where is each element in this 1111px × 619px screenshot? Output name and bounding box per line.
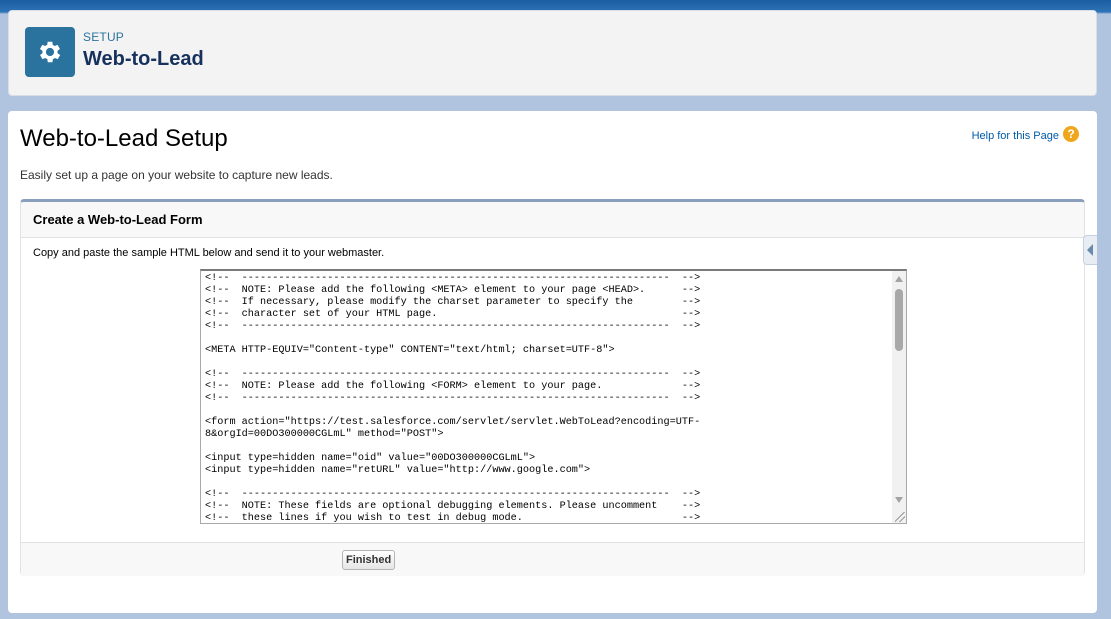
section-body: Copy and paste the sample HTML below and…	[21, 238, 1084, 542]
scroll-down-arrow-icon[interactable]	[895, 497, 903, 503]
create-form-section: Create a Web-to-Lead Form Copy and paste…	[20, 199, 1085, 576]
scroll-up-arrow-icon[interactable]	[895, 276, 903, 282]
code-scrollbar[interactable]	[892, 271, 906, 523]
page-title: Web-to-Lead	[83, 48, 204, 70]
scroll-thumb[interactable]	[895, 289, 903, 351]
html-code-textarea[interactable]: <!-- -----------------------------------…	[200, 269, 907, 524]
finished-button[interactable]: Finished	[342, 550, 396, 570]
instructions-text: Copy and paste the sample HTML below and…	[33, 247, 385, 259]
help-icon[interactable]: ?	[1063, 126, 1079, 142]
page-header: SETUP Web-to-Lead	[8, 10, 1097, 96]
html-code-text[interactable]: <!-- -----------------------------------…	[205, 273, 700, 523]
collapse-panel-tab[interactable]	[1083, 235, 1097, 265]
help-link[interactable]: Help for this Page	[972, 130, 1059, 142]
setup-icon-tile	[25, 27, 75, 77]
breadcrumb[interactable]: SETUP	[83, 30, 124, 44]
section-title: Create a Web-to-Lead Form	[33, 212, 203, 227]
resize-grip-icon[interactable]	[895, 512, 905, 522]
setup-title: Web-to-Lead Setup	[20, 125, 228, 152]
intro-text: Easily set up a page on your website to …	[20, 168, 333, 182]
section-footer: Finished	[21, 542, 1084, 576]
section-header: Create a Web-to-Lead Form	[21, 202, 1084, 238]
gear-icon	[39, 41, 61, 63]
chevron-left-icon	[1087, 244, 1093, 256]
main-content: Web-to-Lead Setup Help for this Page ? E…	[8, 111, 1097, 613]
